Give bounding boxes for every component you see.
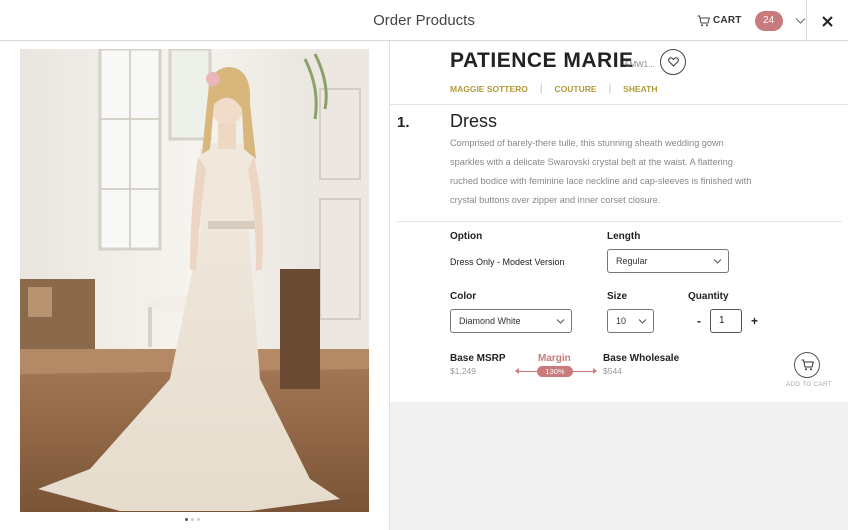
- chevron-down-icon[interactable]: [795, 17, 806, 25]
- item-number: 1.: [397, 114, 410, 131]
- product-photo[interactable]: [20, 49, 369, 512]
- divider: [397, 221, 842, 222]
- close-icon: [821, 15, 833, 27]
- divider: [806, 0, 807, 41]
- empty-panel: [390, 402, 848, 530]
- product-tags: MAGGIE SOTTERO | COUTURE | SHEATH: [450, 83, 658, 94]
- dress-photo-image: [20, 49, 369, 512]
- product-gallery: [0, 41, 389, 530]
- msrp-label: Base MSRP: [450, 353, 506, 364]
- item-description: Comprised of barely-there tulle, this st…: [450, 138, 752, 205]
- length-label: Length: [607, 231, 641, 242]
- cart-icon: [697, 15, 710, 26]
- tag-separator: |: [608, 83, 612, 94]
- quantity-input[interactable]: 1: [710, 309, 742, 333]
- chevron-down-icon: [713, 259, 722, 264]
- tag-designer[interactable]: MAGGIE SOTTERO: [450, 84, 528, 94]
- chevron-down-icon: [556, 319, 565, 324]
- msrp-value: $1,249: [450, 366, 476, 376]
- carousel-dots[interactable]: [185, 518, 200, 521]
- length-select[interactable]: Regular: [607, 249, 729, 273]
- wholesale-label: Base Wholesale: [603, 353, 680, 364]
- cart-button[interactable]: CART 24: [697, 10, 806, 31]
- heart-icon: [667, 57, 679, 67]
- favorite-button[interactable]: [660, 49, 686, 75]
- close-button[interactable]: [818, 12, 836, 30]
- size-label: Size: [607, 291, 628, 302]
- option-value: Dress Only - Modest Version: [450, 257, 565, 267]
- tag-separator: |: [539, 83, 543, 94]
- carousel-dot-3[interactable]: [197, 518, 200, 521]
- cart-label: CART: [713, 15, 742, 26]
- increase-quantity-button[interactable]: +: [751, 314, 758, 328]
- wholesale-value: $544: [603, 366, 622, 376]
- margin-label: Margin: [538, 353, 571, 364]
- color-select[interactable]: Diamond White: [450, 309, 572, 333]
- option-label: Option: [450, 231, 483, 242]
- color-label: Color: [450, 291, 477, 302]
- carousel-dot-1[interactable]: [185, 518, 188, 521]
- margin-value-badge[interactable]: 130%: [537, 366, 573, 377]
- cart-count-badge: 24: [754, 10, 783, 31]
- size-select-value: 10: [616, 316, 627, 326]
- tag-silhouette[interactable]: SHEATH: [623, 84, 657, 94]
- product-details: PATIENCE MARIE 5MW1... MAGGIE SOTTERO | …: [389, 41, 848, 530]
- length-select-value: Regular: [616, 256, 648, 266]
- cart-icon: [801, 359, 814, 371]
- quantity-stepper: - 1 +: [697, 309, 758, 333]
- chevron-down-icon: [638, 319, 647, 324]
- quantity-label: Quantity: [688, 291, 729, 302]
- tag-collection[interactable]: COUTURE: [555, 84, 597, 94]
- product-code: 5MW1...: [625, 60, 655, 69]
- carousel-dot-2[interactable]: [191, 518, 194, 521]
- divider: [390, 104, 848, 105]
- color-select-value: Diamond White: [459, 316, 521, 326]
- product-name: PATIENCE MARIE: [450, 49, 634, 72]
- add-to-cart-button[interactable]: [794, 352, 820, 378]
- item-title: Dress: [450, 111, 498, 131]
- decrease-quantity-button[interactable]: -: [697, 314, 701, 328]
- top-bar: Order Products CART 24: [0, 0, 848, 41]
- size-select[interactable]: 10: [607, 309, 654, 333]
- add-to-cart-label: ADD TO CART: [786, 381, 832, 388]
